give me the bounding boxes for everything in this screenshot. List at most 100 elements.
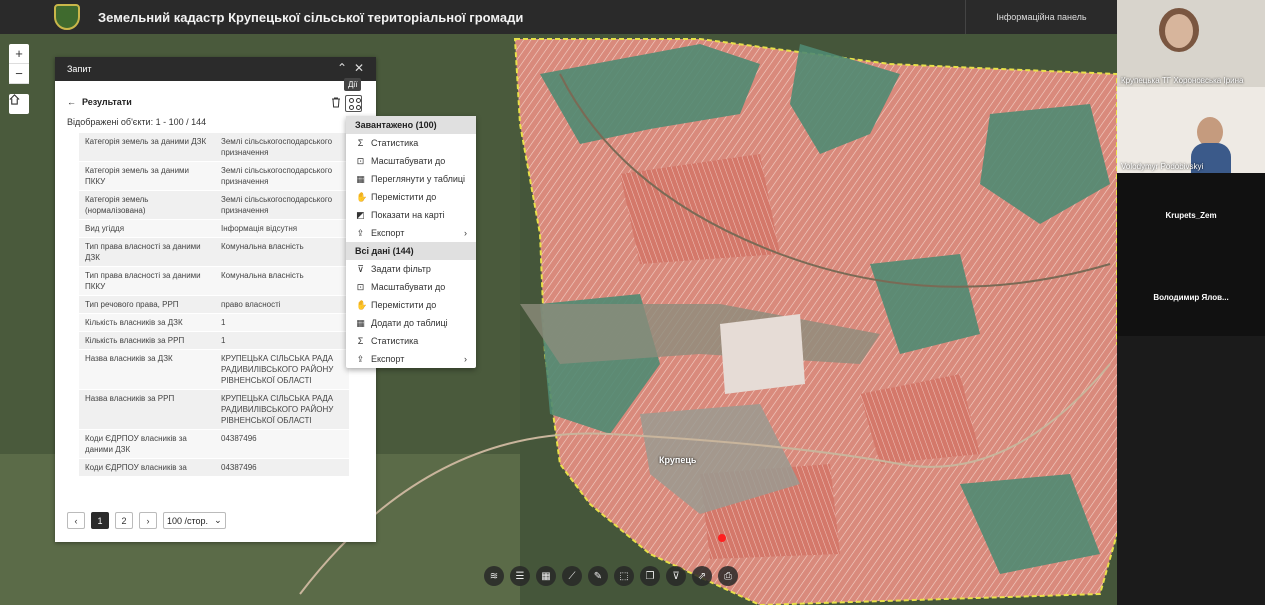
measure-button[interactable]: ⟋ — [562, 566, 582, 586]
collapse-icon[interactable]: ⌃ — [337, 61, 347, 75]
page-size-value: 100 /стор. — [167, 515, 209, 526]
info-panel-button[interactable]: Інформаційна панель — [965, 0, 1117, 34]
ruler-icon: ⟋ — [568, 570, 576, 582]
participant-name: Krupets_Zem — [1165, 211, 1217, 220]
menu-item[interactable]: ⇪ Експорт › — [346, 350, 476, 368]
menu-item[interactable]: ◩ Показати на карті — [346, 206, 476, 224]
print-button[interactable]: ⎙ — [718, 566, 738, 586]
query-panel-title: Запит — [67, 64, 92, 74]
actions-tooltip: Дії — [344, 78, 362, 91]
actions-menu: Завантажено (100) Σ Статистика ⊡ Масштабуват… — [346, 116, 476, 368]
share-icon: ⇗ — [697, 570, 707, 582]
close-icon[interactable]: ✕ — [354, 61, 364, 75]
menu-item-icon: ▦ — [356, 173, 365, 184]
print-icon: ⎙ — [724, 570, 732, 582]
menu-item-label: Додати до таблиці — [371, 318, 448, 328]
home-icon — [9, 94, 20, 105]
filter-icon: ⊽ — [672, 570, 680, 582]
chevron-right-icon: › — [464, 228, 467, 238]
filter-button[interactable]: ⊽ — [666, 566, 686, 586]
map-toolbar: ≋ ☰ ▦ ⟋ ✎ ⬚ ❐ ⊽ ⇗ ⎙ — [484, 566, 738, 586]
menu-section-header: Всі дані (144) — [346, 242, 476, 260]
basemap-button[interactable]: ▦ — [536, 566, 556, 586]
menu-item-label: Статистика — [371, 138, 419, 148]
attribute-table: Категорія земель за даними ДЗК Землі сіль… — [79, 133, 349, 498]
menu-item[interactable]: Σ Статистика — [346, 134, 476, 152]
menu-item-icon: Σ — [357, 137, 364, 148]
layers-button[interactable]: ≋ — [484, 566, 504, 586]
zoom-out-button[interactable]: − — [9, 64, 29, 84]
attribute-value: 04387496 — [221, 463, 257, 472]
attribute-value: 1 — [221, 336, 226, 345]
home-button[interactable] — [9, 94, 29, 114]
menu-item[interactable]: Σ Статистика — [346, 332, 476, 350]
share-button[interactable]: ⇗ — [692, 566, 712, 586]
attribute-name: Тип речового права, РРП — [85, 300, 179, 309]
results-back[interactable]: ← Результати — [67, 97, 132, 107]
menu-item[interactable]: ⇪ Експорт › — [346, 224, 476, 242]
select-button[interactable]: ⬚ — [614, 566, 634, 586]
coat-of-arms-logo — [54, 4, 80, 30]
menu-item[interactable]: ⊡ Масштабувати до — [346, 152, 476, 170]
attribute-value: Землі сільськогосподарського призначення — [221, 166, 333, 186]
menu-item[interactable]: ▦ Переглянути у таблиці — [346, 170, 476, 188]
menu-item-icon: ⊡ — [356, 155, 365, 166]
menu-item-icon: ✋ — [356, 299, 368, 310]
attribute-name: Кількість власників за РРП — [85, 336, 185, 345]
participant-tile[interactable]: Krupets_Zem — [1117, 173, 1265, 258]
query-panel: Запит ⌃ ✕ ← Результати Відображені об'єк… — [55, 57, 376, 542]
attribute-name: Коди ЄДРПОУ власників за — [85, 463, 187, 472]
attribute-value: 04387496 — [221, 434, 257, 443]
table-row: Категорія земель за даними ПККУ Землі сіл… — [79, 162, 349, 191]
menu-item-icon: ✋ — [356, 191, 368, 202]
table-row: Кількість власників за ДЗК 1 — [79, 314, 349, 332]
menu-item[interactable]: ✋ Перемістити до — [346, 188, 476, 206]
attribute-name: Коди ЄДРПОУ власників за даними ДЗК — [85, 434, 187, 454]
table-row: Коди ЄДРПОУ власників за даними ДЗК 04387… — [79, 430, 349, 459]
attribute-name: Тип права власності за даними ДЗК — [85, 242, 201, 262]
zoom-in-button[interactable]: + — [9, 44, 29, 64]
zoom-control: + − — [9, 44, 29, 84]
menu-item-label: Експорт — [371, 354, 405, 364]
trash-icon[interactable] — [331, 97, 341, 108]
prev-page-button[interactable]: ‹ — [67, 512, 85, 529]
attribute-value: 1 — [221, 318, 226, 327]
menu-item-label: Масштабувати до — [371, 156, 446, 166]
menu-item-icon: ⇪ — [356, 227, 365, 238]
attribute-name: Тип права власності за даними ПККУ — [85, 271, 201, 291]
participant-tile[interactable]: Володимир Ялов... — [1117, 258, 1265, 336]
list-icon: ☰ — [515, 570, 525, 582]
menu-item[interactable]: ⊡ Масштабувати до — [346, 278, 476, 296]
actions-button[interactable] — [345, 95, 362, 112]
attribute-value: Землі сільськогосподарського призначення — [221, 195, 333, 215]
draw-button[interactable]: ✎ — [588, 566, 608, 586]
menu-section-header: Завантажено (100) — [346, 116, 476, 134]
menu-item-label: Переглянути у таблиці — [371, 174, 466, 184]
pagination: ‹ 1 2 › 100 /стор. ⌄ — [67, 512, 226, 529]
menu-item-label: Перемістити до — [371, 192, 437, 202]
legend-button[interactable]: ☰ — [510, 566, 530, 586]
table-row: Тип права власності за даними ДЗК Комунал… — [79, 238, 349, 267]
table-row: Вид угіддя Інформація відсутня — [79, 220, 349, 238]
bookmark-button[interactable]: ❐ — [640, 566, 660, 586]
next-page-button[interactable]: › — [139, 512, 157, 529]
action-dot — [349, 98, 354, 103]
menu-item[interactable]: ▦ Додати до таблиці — [346, 314, 476, 332]
page-1-button[interactable]: 1 — [91, 512, 109, 529]
table-row: Коди ЄДРПОУ власників за 04387496 — [79, 459, 349, 477]
draw-icon: ✎ — [593, 570, 603, 582]
menu-item[interactable]: ✋ Перемістити до — [346, 296, 476, 314]
attribute-name: Категорія земель за даними ПККУ — [85, 166, 190, 186]
menu-item[interactable]: ⊽ Задати фільтр — [346, 260, 476, 278]
attribute-value: Комунальна власність — [221, 242, 304, 251]
shown-count: Відображені об'єкти: 1 - 100 / 144 — [67, 117, 207, 127]
participant-tile[interactable]: Volodymyr Podobivskyi — [1117, 87, 1265, 173]
attribute-name: Назва власників за ДЗК — [85, 354, 173, 363]
participant-tile[interactable]: Крупецька ТГ Хороновська Ірина — [1117, 0, 1265, 87]
table-row: Категорія земель (нормалізована) Землі сі… — [79, 191, 349, 220]
menu-item-icon: ⇪ — [356, 353, 365, 364]
page-size-select[interactable]: 100 /стор. ⌄ — [163, 512, 226, 529]
page-2-button[interactable]: 2 — [115, 512, 133, 529]
town-label: Крупець — [659, 455, 697, 465]
attribute-name: Кількість власників за ДЗК — [85, 318, 183, 327]
